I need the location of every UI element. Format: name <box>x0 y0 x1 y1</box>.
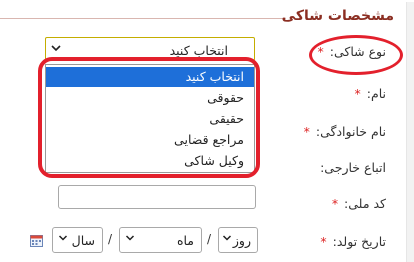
required-marker: * <box>303 124 310 139</box>
day-select-value: روز <box>232 233 251 248</box>
calendar-icon[interactable] <box>30 232 43 247</box>
year-select[interactable]: سال <box>52 227 103 253</box>
dropdown-option[interactable]: حقیقی <box>46 109 254 129</box>
month-select-value: ماه <box>176 233 194 248</box>
chevron-down-icon <box>50 42 62 57</box>
required-marker: * <box>317 44 324 59</box>
complainant-type-select[interactable]: انتخاب کنید <box>45 37 255 61</box>
complainant-type-label: نوع شاکی: * <box>317 44 386 59</box>
day-select[interactable]: روز <box>218 227 258 253</box>
last-name-label: نام خانوادگی: * <box>303 124 386 139</box>
required-marker: * <box>354 86 361 101</box>
complainant-type-dropdown[interactable]: انتخاب کنید حقوقی حقیقی مراجع قضایی وکیل… <box>45 64 255 173</box>
section-title: مشخصات شاکی <box>281 8 394 24</box>
chevron-down-icon <box>125 233 135 246</box>
date-separator: / <box>108 232 113 246</box>
dropdown-option[interactable]: وکیل شاکی <box>46 151 254 171</box>
year-select-value: سال <box>71 233 95 248</box>
birth-date-label: تاریخ تولد: * <box>320 234 386 249</box>
foreign-national-label: اتباع خارجی: <box>320 160 386 175</box>
month-select[interactable]: ماه <box>119 227 202 253</box>
chevron-down-icon <box>58 233 68 246</box>
date-separator: / <box>207 232 212 246</box>
fieldset-border-top <box>0 18 286 19</box>
first-name-label: نام: * <box>354 86 386 101</box>
dropdown-option[interactable]: حقوقی <box>46 88 254 108</box>
chevron-down-icon <box>222 233 232 246</box>
dropdown-option[interactable]: انتخاب کنید <box>46 67 254 87</box>
required-marker: * <box>320 234 327 249</box>
required-marker: * <box>331 196 339 211</box>
national-code-label: کد ملی: * <box>331 196 386 211</box>
dropdown-option[interactable]: مراجع قضایی <box>46 130 254 150</box>
complainant-type-value: انتخاب کنید <box>169 43 228 58</box>
scrollbar[interactable] <box>406 2 414 262</box>
national-code-input[interactable] <box>58 185 256 209</box>
